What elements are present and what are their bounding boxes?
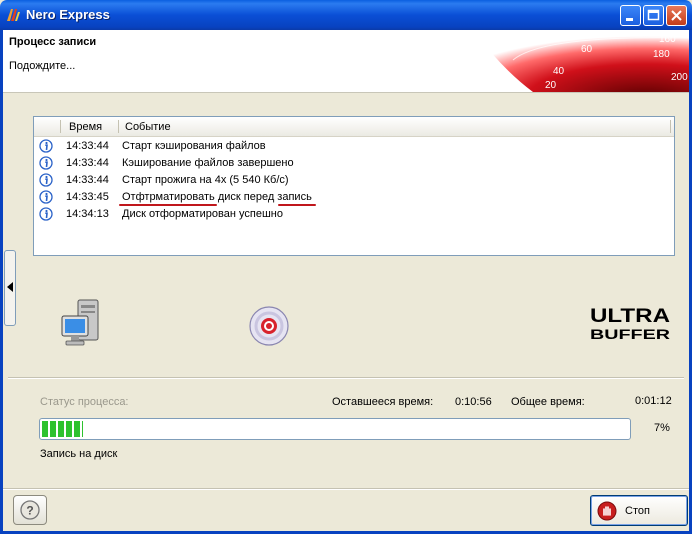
- window-frame-left: [0, 30, 3, 534]
- remaining-time-label: Оставшееся время:: [332, 396, 434, 408]
- gauge-label-160: 160: [659, 34, 676, 45]
- log-event: Диск отформатирован успешно: [122, 208, 283, 220]
- gauge-label-40: 40: [553, 66, 565, 77]
- window-title: Nero Express: [26, 7, 110, 22]
- gauge-label-20: 20: [545, 80, 557, 91]
- log-event: Кэширование файлов завершено: [122, 157, 294, 169]
- column-separator[interactable]: [118, 120, 119, 133]
- column-header-time[interactable]: Время: [69, 121, 102, 133]
- divider: [3, 488, 689, 490]
- log-row[interactable]: 14:33:45 Отфтрматировать диск перед запи…: [34, 189, 674, 206]
- stop-hand-icon: [597, 501, 617, 521]
- total-time-value: 0:01:12: [635, 395, 672, 407]
- log-event: Старт кэширования файлов: [122, 140, 266, 152]
- maximize-icon: [647, 9, 660, 21]
- nero-app-icon[interactable]: [5, 7, 21, 23]
- help-glyph: ?: [26, 504, 33, 518]
- log-row[interactable]: 14:33:44 Старт прожига на 4x (5 540 Кб/с…: [34, 172, 674, 189]
- expand-panel-toggle[interactable]: [4, 250, 16, 326]
- close-icon: [671, 10, 682, 21]
- title-bar[interactable]: Nero Express: [0, 0, 692, 30]
- log-time: 14:33:44: [66, 174, 109, 186]
- computer-icon: [61, 299, 99, 346]
- chevron-left-icon: [7, 282, 13, 292]
- page-subtitle: Подождите...: [9, 60, 76, 72]
- remaining-time-value: 0:10:56: [455, 396, 492, 408]
- column-separator[interactable]: [60, 120, 61, 133]
- logo-line-buffer: BUFFER: [590, 326, 670, 341]
- log-row[interactable]: 14:33:44 Старт кэширования файлов: [34, 138, 674, 155]
- gauge-label-60: 60: [581, 44, 593, 55]
- column-separator[interactable]: [670, 120, 671, 133]
- log-header: Время Событие: [34, 117, 674, 137]
- info-icon: [39, 207, 53, 221]
- gauge-label-200: 200: [671, 72, 688, 83]
- help-button[interactable]: ?: [13, 495, 47, 525]
- disc-icon: [249, 306, 289, 346]
- stop-button[interactable]: Стоп: [590, 495, 688, 526]
- log-time: 14:33:44: [66, 140, 109, 152]
- log-time: 14:34:13: [66, 208, 109, 220]
- process-status-label: Статус процесса:: [40, 396, 129, 408]
- progress-fill: [42, 421, 83, 437]
- logo-line-ultra: ULTRA: [590, 306, 670, 327]
- log-event: Старт прожига на 4x (5 540 Кб/с): [122, 174, 289, 186]
- page-title: Процесс записи: [9, 36, 97, 48]
- column-header-event[interactable]: Событие: [125, 121, 171, 133]
- event-log-list[interactable]: Время Событие 14:33:44 Старт кэширования…: [33, 116, 675, 256]
- log-row[interactable]: 14:33:44 Кэширование файлов завершено: [34, 155, 674, 172]
- log-time: 14:33:45: [66, 191, 109, 203]
- ultrabuffer-logo: ULTRA BUFFER: [590, 306, 670, 341]
- progress-percent: 7%: [654, 422, 670, 434]
- info-icon: [39, 139, 53, 153]
- info-icon: [39, 190, 53, 204]
- info-icon: [39, 173, 53, 187]
- current-operation-text: Запись на диск: [40, 448, 118, 460]
- minimize-button[interactable]: [620, 5, 641, 26]
- help-icon: ?: [20, 500, 40, 520]
- log-event: Отфтрматировать диск перед запись: [122, 191, 312, 203]
- minimize-icon: [626, 18, 633, 21]
- maximize-button[interactable]: [643, 5, 664, 26]
- wizard-header: Процесс записи Подождите... 160 180 40 6…: [3, 30, 689, 93]
- divider: [8, 377, 684, 379]
- info-icon: [39, 156, 53, 170]
- log-time: 14:33:44: [66, 157, 109, 169]
- close-button[interactable]: [666, 5, 687, 26]
- burn-progress-bar: [39, 418, 631, 440]
- speedometer-graphic: 160 180 40 60 200 20: [473, 30, 689, 92]
- stop-button-label: Стоп: [625, 505, 650, 517]
- log-row[interactable]: 14:34:13 Диск отформатирован успешно: [34, 206, 674, 223]
- total-time-label: Общее время:: [511, 396, 585, 408]
- gauge-label-180: 180: [653, 49, 670, 60]
